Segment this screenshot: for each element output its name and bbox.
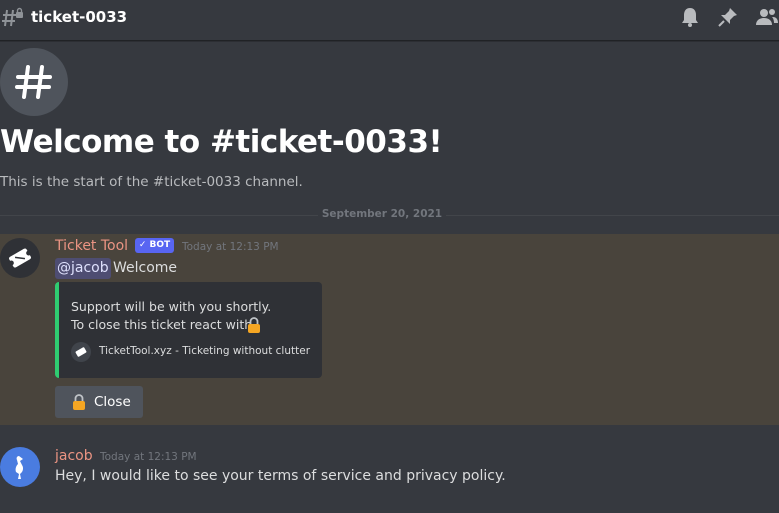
check-icon: ✓ — [138, 240, 147, 250]
message-text: Welcome — [113, 260, 178, 276]
channel-header: ticket-0033 — [0, 0, 779, 41]
avatar[interactable] — [0, 238, 40, 278]
avatar[interactable] — [0, 447, 40, 487]
message-author[interactable]: Ticket Tool — [55, 238, 128, 254]
user-mention[interactable]: @jacob — [55, 258, 111, 279]
welcome-title: Welcome to #ticket-0033! — [0, 124, 443, 160]
bird-icon — [15, 456, 24, 479]
channel-welcome-icon — [0, 48, 68, 116]
lock-icon — [73, 394, 85, 410]
message-text: Hey, I would like to see your terms of s… — [55, 468, 506, 484]
members-icon[interactable] — [755, 5, 779, 29]
message-timestamp: Today at 12:13 PM — [182, 241, 279, 253]
message-author[interactable]: jacob — [55, 448, 93, 464]
ticket-icon — [75, 347, 87, 357]
divider-line — [0, 215, 318, 216]
close-ticket-button[interactable]: Close — [55, 386, 143, 418]
message-timestamp: Today at 12:13 PM — [100, 451, 197, 463]
date-divider: September 20, 2021 — [0, 208, 779, 220]
close-button-label: Close — [94, 394, 131, 410]
embed-footer: TicketTool.xyz - Ticketing without clutt… — [99, 345, 311, 357]
channel-name: ticket-0033 — [31, 8, 128, 26]
ticket-icon — [8, 248, 32, 268]
date-divider-label: September 20, 2021 — [321, 208, 443, 220]
pin-icon[interactable] — [716, 5, 740, 29]
welcome-subtitle: This is the start of the #ticket-0033 ch… — [0, 174, 303, 190]
embed-line: Support will be with you shortly. — [71, 299, 272, 314]
embed-footer-icon — [71, 342, 91, 362]
hashtag-icon — [15, 65, 52, 99]
message-embed: Support will be with you shortly. To clo… — [55, 282, 322, 378]
lock-icon — [248, 317, 260, 333]
bell-icon[interactable] — [678, 5, 702, 29]
divider-line — [446, 215, 779, 216]
embed-line: To close this ticket react with — [71, 317, 253, 332]
bot-badge: ✓ BOT — [135, 238, 174, 253]
hashtag-lock-icon — [2, 7, 23, 27]
bot-badge-label: BOT — [149, 240, 171, 250]
